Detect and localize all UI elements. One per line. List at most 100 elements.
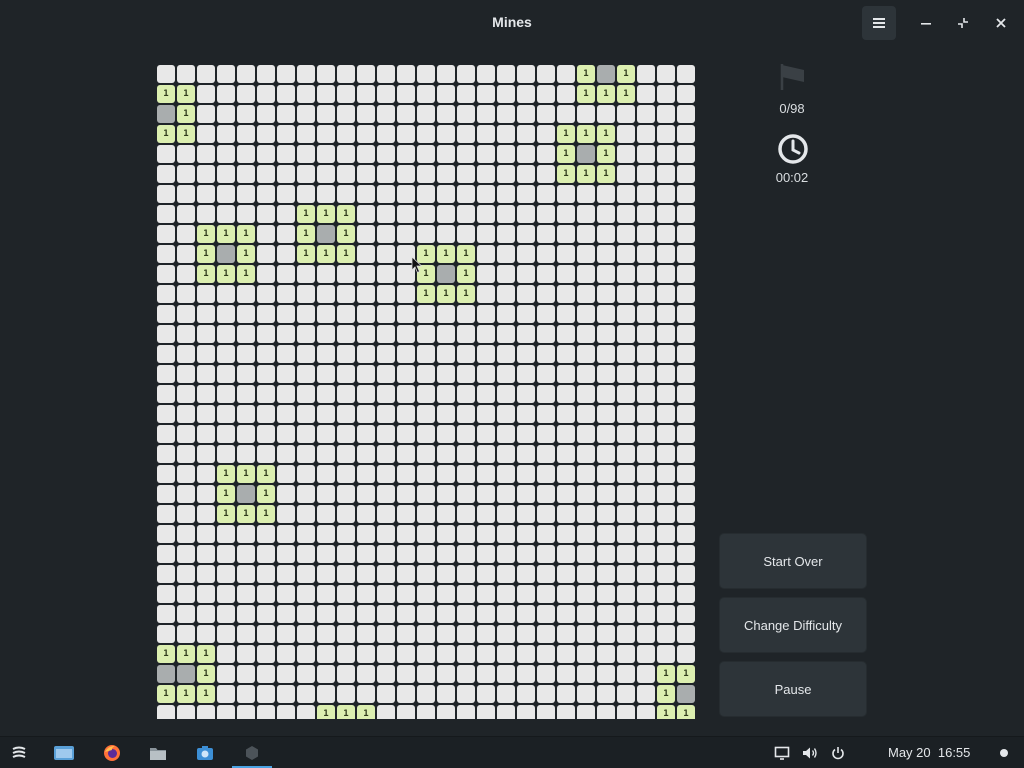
hidden-cell[interactable]: [657, 145, 675, 163]
hidden-cell[interactable]: [677, 465, 695, 483]
hidden-cell[interactable]: [597, 405, 615, 423]
hidden-cell[interactable]: [377, 225, 395, 243]
hidden-cell[interactable]: [297, 605, 315, 623]
hidden-cell[interactable]: [157, 65, 175, 83]
hidden-cell[interactable]: [557, 645, 575, 663]
hidden-cell[interactable]: [257, 65, 275, 83]
hidden-cell[interactable]: [517, 585, 535, 603]
hidden-cell[interactable]: [177, 565, 195, 583]
hidden-cell[interactable]: [237, 305, 255, 323]
hidden-cell[interactable]: [157, 565, 175, 583]
firefox-button[interactable]: [100, 741, 124, 765]
hidden-cell[interactable]: [217, 385, 235, 403]
hidden-cell[interactable]: [657, 425, 675, 443]
hidden-cell[interactable]: [517, 65, 535, 83]
hidden-cell[interactable]: [557, 685, 575, 703]
hidden-cell[interactable]: [297, 105, 315, 123]
hidden-cell[interactable]: [557, 225, 575, 243]
hidden-cell[interactable]: [337, 605, 355, 623]
hidden-cell[interactable]: [477, 205, 495, 223]
hidden-cell[interactable]: [617, 585, 635, 603]
hidden-cell[interactable]: [577, 265, 595, 283]
hidden-cell[interactable]: [417, 105, 435, 123]
hidden-cell[interactable]: [277, 405, 295, 423]
hidden-cell[interactable]: [597, 545, 615, 563]
hidden-cell[interactable]: [597, 345, 615, 363]
hidden-cell[interactable]: [477, 545, 495, 563]
hidden-cell[interactable]: [357, 665, 375, 683]
hidden-cell[interactable]: [197, 505, 215, 523]
hidden-cell[interactable]: [297, 165, 315, 183]
hidden-cell[interactable]: [617, 345, 635, 363]
hidden-cell[interactable]: [237, 385, 255, 403]
hidden-cell[interactable]: [377, 625, 395, 643]
hidden-cell[interactable]: [477, 365, 495, 383]
hidden-cell[interactable]: [277, 665, 295, 683]
hidden-cell[interactable]: [657, 645, 675, 663]
hidden-cell[interactable]: [637, 465, 655, 483]
hidden-cell[interactable]: [537, 545, 555, 563]
hidden-cell[interactable]: [157, 305, 175, 323]
hidden-cell[interactable]: [617, 625, 635, 643]
hidden-cell[interactable]: [357, 85, 375, 103]
hidden-cell[interactable]: [597, 705, 615, 719]
hidden-cell[interactable]: [557, 705, 575, 719]
hidden-cell[interactable]: [457, 685, 475, 703]
hidden-cell[interactable]: [617, 685, 635, 703]
hidden-cell[interactable]: [217, 405, 235, 423]
hidden-cell[interactable]: [217, 205, 235, 223]
hidden-cell[interactable]: [357, 345, 375, 363]
hidden-cell[interactable]: [257, 285, 275, 303]
hidden-cell[interactable]: [357, 485, 375, 503]
hidden-cell[interactable]: [337, 265, 355, 283]
hidden-cell[interactable]: [277, 565, 295, 583]
hidden-cell[interactable]: [637, 65, 655, 83]
hidden-cell[interactable]: [397, 65, 415, 83]
hidden-cell[interactable]: [577, 105, 595, 123]
hidden-cell[interactable]: [417, 565, 435, 583]
hidden-cell[interactable]: [657, 85, 675, 103]
hidden-cell[interactable]: [677, 645, 695, 663]
hidden-cell[interactable]: [457, 465, 475, 483]
hidden-cell[interactable]: [237, 445, 255, 463]
hidden-cell[interactable]: [617, 405, 635, 423]
hidden-cell[interactable]: [297, 265, 315, 283]
hidden-cell[interactable]: [257, 605, 275, 623]
hidden-cell[interactable]: [517, 305, 535, 323]
hidden-cell[interactable]: [477, 165, 495, 183]
hidden-cell[interactable]: [437, 545, 455, 563]
hidden-cell[interactable]: [277, 145, 295, 163]
hidden-cell[interactable]: [557, 245, 575, 263]
hidden-cell[interactable]: [357, 245, 375, 263]
hidden-cell[interactable]: [377, 125, 395, 143]
hidden-cell[interactable]: [377, 705, 395, 719]
hidden-cell[interactable]: [337, 485, 355, 503]
hidden-cell[interactable]: [577, 225, 595, 243]
hidden-cell[interactable]: [217, 565, 235, 583]
hidden-cell[interactable]: [537, 345, 555, 363]
hidden-cell[interactable]: [337, 425, 355, 443]
hidden-cell[interactable]: [657, 605, 675, 623]
hidden-cell[interactable]: [657, 105, 675, 123]
hidden-cell[interactable]: [157, 605, 175, 623]
hidden-cell[interactable]: [457, 445, 475, 463]
hidden-cell[interactable]: [597, 525, 615, 543]
hidden-cell[interactable]: [357, 565, 375, 583]
hidden-cell[interactable]: [397, 385, 415, 403]
hidden-cell[interactable]: [257, 85, 275, 103]
hidden-cell[interactable]: [437, 705, 455, 719]
hidden-cell[interactable]: [357, 125, 375, 143]
hidden-cell[interactable]: [197, 565, 215, 583]
hidden-cell[interactable]: [317, 685, 335, 703]
hidden-cell[interactable]: [477, 485, 495, 503]
hidden-cell[interactable]: [377, 425, 395, 443]
hidden-cell[interactable]: [417, 365, 435, 383]
hidden-cell[interactable]: [217, 585, 235, 603]
hidden-cell[interactable]: [557, 345, 575, 363]
hidden-cell[interactable]: [597, 565, 615, 583]
hidden-cell[interactable]: [257, 345, 275, 363]
hidden-cell[interactable]: [317, 365, 335, 383]
hidden-cell[interactable]: [217, 185, 235, 203]
hidden-cell[interactable]: [397, 565, 415, 583]
minimize-button[interactable]: [909, 6, 943, 40]
